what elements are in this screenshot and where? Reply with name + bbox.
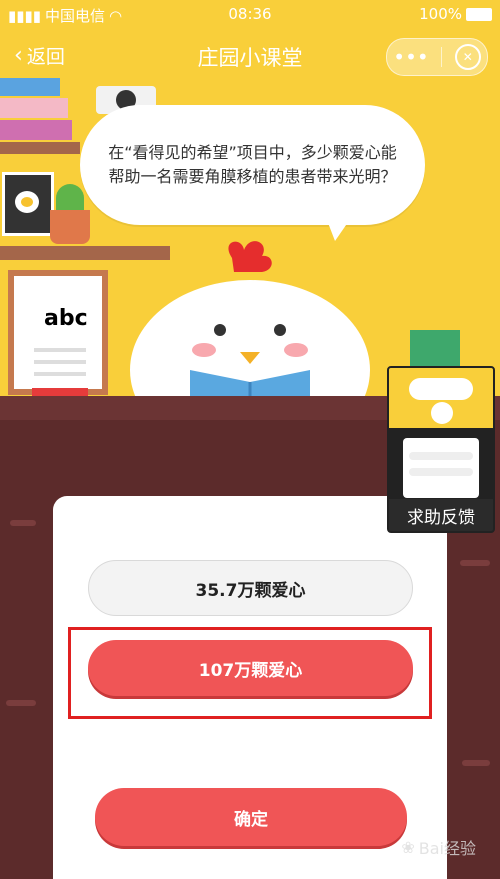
- watermark: ❀ Bai经验: [401, 835, 476, 859]
- answer-option-1[interactable]: 35.7万颗爱心: [88, 560, 413, 616]
- help-thumbnail-option: [409, 468, 473, 476]
- battery-icon: [466, 7, 492, 21]
- navigation-bar: ‹ 返回 庄园小课堂 ••• ✕: [0, 32, 500, 80]
- watermark-text: Bai经验: [418, 839, 476, 858]
- wood-grain: [6, 700, 36, 706]
- bubble-tail: [325, 215, 353, 241]
- plant-pot: [50, 210, 90, 244]
- wood-grain: [462, 760, 490, 766]
- battery-status: 100%: [419, 5, 492, 23]
- upper-shelf: [0, 142, 80, 154]
- selection-highlight-box: [68, 627, 432, 719]
- stacked-books: [0, 78, 72, 142]
- mini-program-capsule: ••• ✕: [386, 38, 488, 76]
- photo-frame: [2, 172, 54, 236]
- help-feedback-label: 求助反馈: [389, 499, 493, 531]
- help-thumbnail-preview: [389, 368, 493, 428]
- baidu-paw-icon: ❀: [401, 837, 415, 857]
- more-dots-icon[interactable]: •••: [393, 45, 428, 69]
- answer-option-1-label: 35.7万颗爱心: [195, 580, 306, 601]
- confirm-button[interactable]: 确定: [95, 788, 407, 846]
- help-thumbnail-option: [409, 452, 473, 460]
- confirm-label: 确定: [234, 809, 268, 830]
- close-circle-icon[interactable]: ✕: [454, 44, 481, 70]
- battery-percent: 100%: [419, 5, 462, 23]
- capsule-divider: [441, 47, 443, 67]
- board-letters: abc: [44, 306, 88, 331]
- chicken-mascot: [130, 241, 370, 420]
- status-bar: ▮▮▮▮ 中国电信 ◠ 08:36 100%: [0, 0, 500, 30]
- wood-grain: [10, 520, 36, 526]
- question-text: 在“看得见的希望”项目中，多少颗爱心能帮助一名需要角膜移植的患者带来光明？: [108, 143, 397, 186]
- help-feedback-button[interactable]: 求助反馈: [387, 366, 495, 533]
- question-bubble: 在“看得见的希望”项目中，多少颗爱心能帮助一名需要角膜移植的患者带来光明？: [80, 105, 425, 225]
- green-book: [410, 330, 460, 366]
- alphabet-board: abc: [8, 270, 108, 395]
- wood-grain: [460, 560, 490, 566]
